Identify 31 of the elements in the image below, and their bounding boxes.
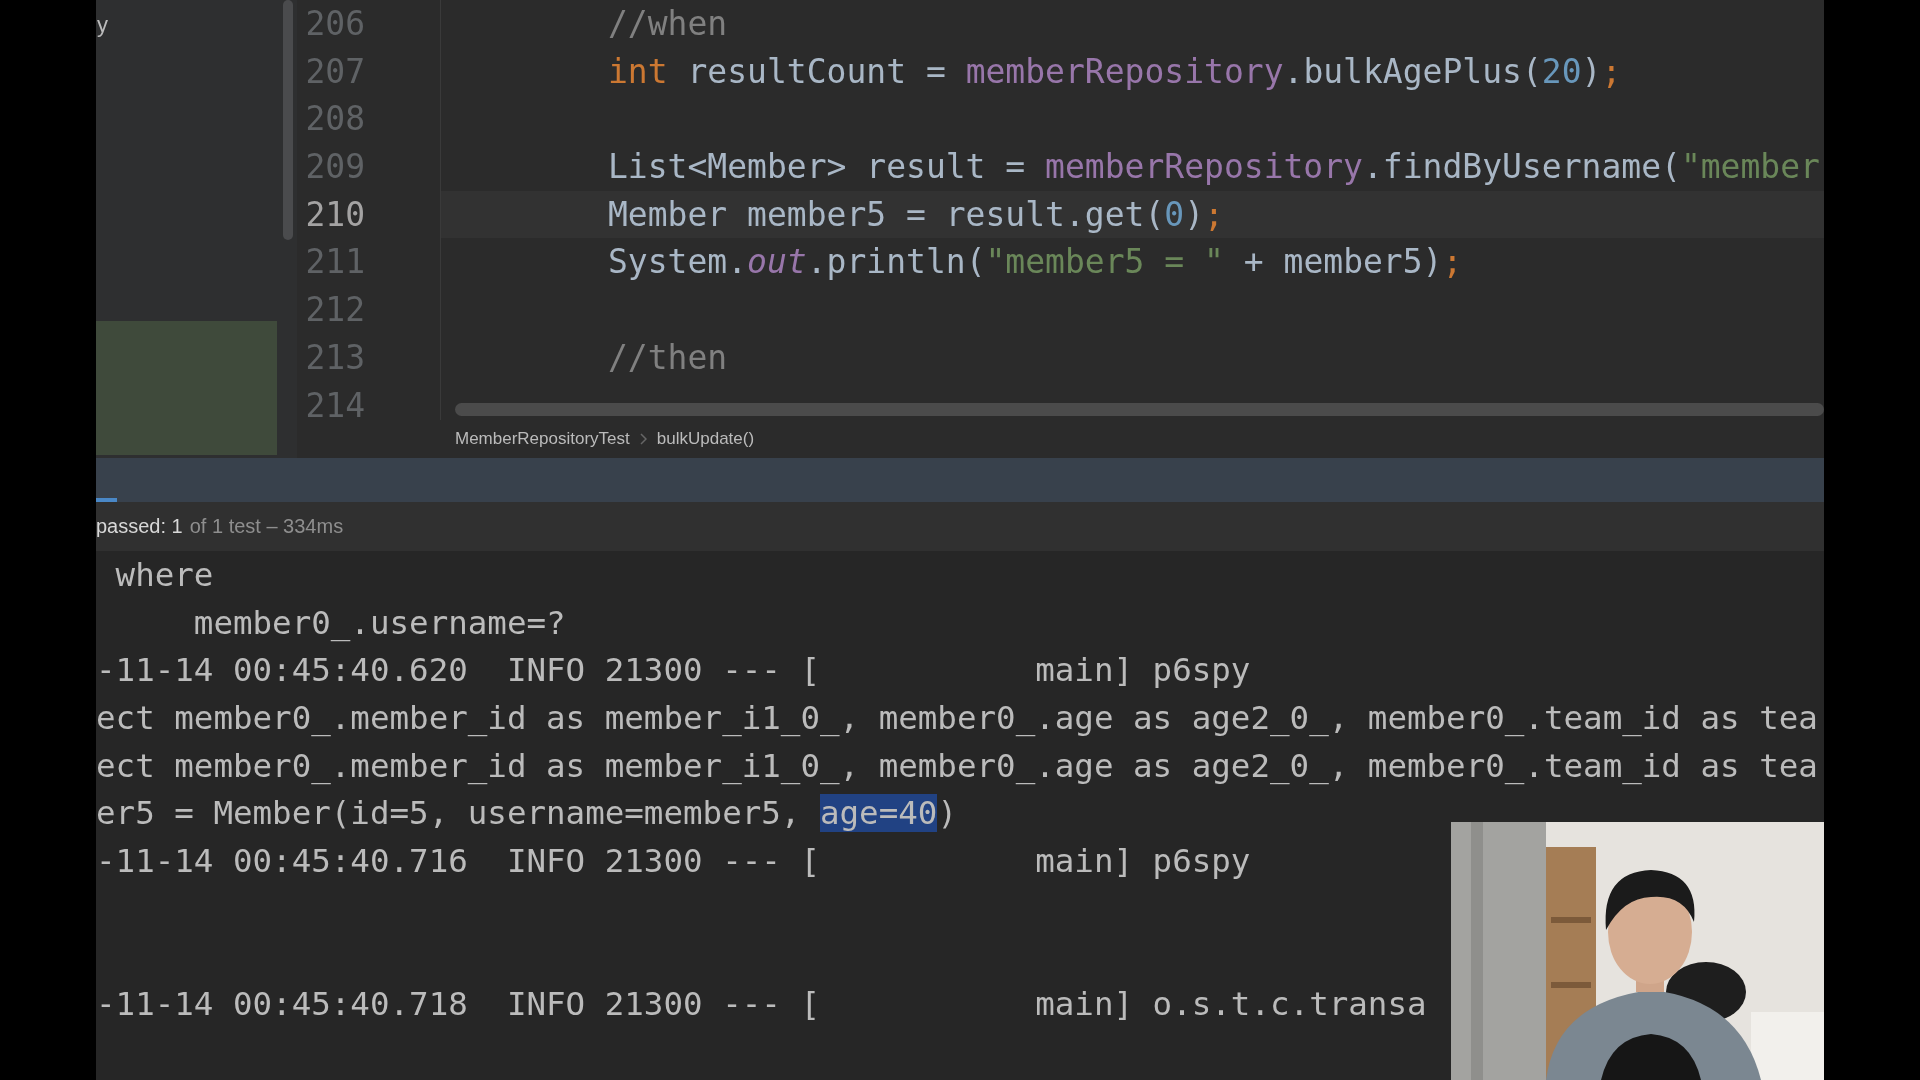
- console-line: where: [114, 556, 214, 596]
- test-result: passed: 1: [96, 515, 183, 538]
- line-number: 209: [304, 146, 365, 189]
- horizontal-scrollbar[interactable]: [455, 403, 1824, 416]
- line-number: 208: [304, 98, 365, 141]
- tree-item-label: y: [96, 11, 109, 38]
- vertical-scrollbar[interactable]: [283, 0, 293, 240]
- tab-indicator: [96, 498, 117, 502]
- breadcrumb-item[interactable]: bulkUpdate(): [656, 429, 755, 449]
- code-line: //when: [607, 3, 729, 45]
- chevron-icon: [639, 433, 647, 445]
- console-line: er5 = Member(id=5, username=member5, age=40): [96, 794, 957, 835]
- code-line: int resultCount = memberRepository.bulkAgePlus(20);: [607, 50, 1623, 93]
- code-line: System.out.println("member5 = " + member5);: [607, 241, 1464, 284]
- test-summary: of 1 test – 334ms: [189, 515, 344, 538]
- console-line: ect member0_.member_id as member_i1_0_, member0_.age as age2_0_, member0_.team_id as tea: [96, 699, 1818, 740]
- console-line: -11-14 00:45:40.716 INFO 21300 --- [ main] p6spy: [96, 842, 1251, 883]
- console-line: member0_.username=?: [192, 603, 566, 644]
- code-line: List<Member> result = memberRepository.findByUsername("member: [607, 146, 1821, 189]
- line-number: 210: [304, 193, 365, 236]
- line-number: 214: [304, 384, 365, 420]
- console-line: -11-14 00:45:40.620 INFO 21300 --- [ main] p6spy: [96, 651, 1251, 692]
- line-number: 211: [304, 241, 365, 284]
- breadcrumb-item[interactable]: MemberRepositoryTest: [455, 429, 630, 449]
- line-number: 207: [304, 50, 365, 93]
- console-line: ect member0_.member_id as member_i1_0_, member0_.age as age2_0_, member0_.team_id as tea: [96, 746, 1818, 787]
- line-number: 206: [304, 3, 365, 45]
- console-line: -11-14 00:45:40.718 INFO 21300 --- [ main] o.s.t.c.transa: [96, 985, 1427, 1026]
- line-number: 212: [304, 289, 365, 332]
- line-number: 213: [304, 336, 365, 379]
- code-line: //then: [607, 336, 729, 379]
